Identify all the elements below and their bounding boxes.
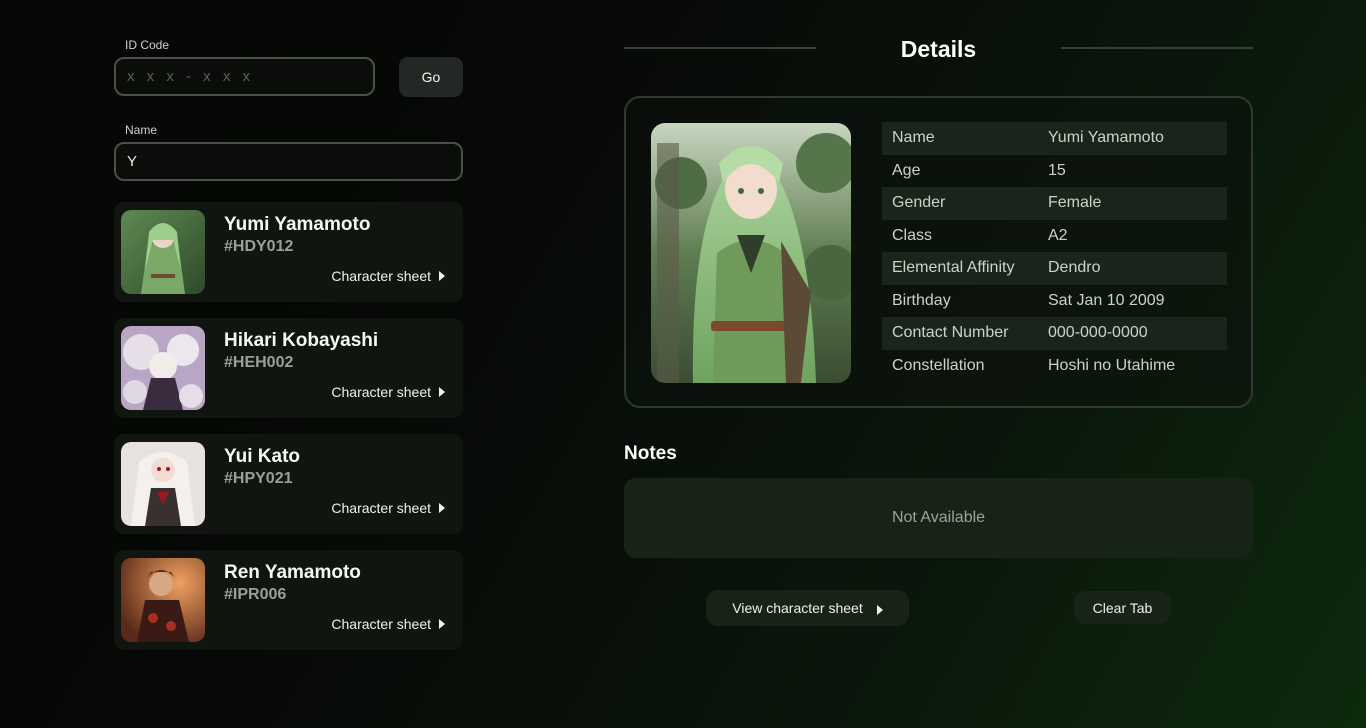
character-sheet-link[interactable]: Character sheet <box>331 384 445 400</box>
result-card[interactable]: Yumi Yamamoto #HDY012 Character sheet <box>114 202 463 302</box>
details-row: Contact Number 000-000-0000 <box>882 317 1227 350</box>
details-row: Constellation Hoshi no Utahime <box>882 350 1227 383</box>
name-input[interactable] <box>114 142 463 181</box>
view-character-sheet-label: View character sheet <box>732 600 863 616</box>
result-card[interactable]: Yui Kato #HPY021 Character sheet <box>114 434 463 534</box>
view-character-sheet-button[interactable]: View character sheet <box>706 590 909 626</box>
field-key: Birthday <box>892 291 951 309</box>
character-avatar <box>121 210 205 294</box>
title-divider-left <box>624 47 816 49</box>
name-label: Name <box>125 123 158 137</box>
field-value: 15 <box>1048 161 1066 179</box>
character-sheet-label: Character sheet <box>331 384 431 400</box>
field-value: A2 <box>1048 226 1068 244</box>
field-value: Hoshi no Utahime <box>1048 356 1176 374</box>
field-value: Sat Jan 10 2009 <box>1048 291 1165 309</box>
field-key: Age <box>892 161 921 179</box>
character-sheet-link[interactable]: Character sheet <box>331 268 445 284</box>
character-sheet-label: Character sheet <box>331 616 431 632</box>
field-key: Elemental Affinity <box>892 259 1015 277</box>
play-arrow-icon <box>439 503 445 513</box>
play-arrow-icon <box>439 619 445 629</box>
play-arrow-icon <box>876 604 883 615</box>
character-sheet-link[interactable]: Character sheet <box>331 616 445 632</box>
field-key: Constellation <box>892 356 985 374</box>
field-value: 000-000-0000 <box>1048 324 1148 342</box>
character-name: Yui Kato <box>224 446 301 467</box>
result-card[interactable]: Hikari Kobayashi #HEH002 Character sheet <box>114 318 463 418</box>
field-key: Name <box>892 129 935 147</box>
details-table: Name Yumi Yamamoto Age 15 Gender Female … <box>882 122 1227 382</box>
details-row: Gender Female <box>882 187 1227 220</box>
details-row: Class A2 <box>882 220 1227 253</box>
field-value: Female <box>1048 194 1102 212</box>
play-arrow-icon <box>439 271 445 281</box>
character-code: #HDY012 <box>224 238 294 255</box>
clear-tab-button[interactable]: Clear Tab <box>1074 591 1171 624</box>
id-code-label: ID Code <box>125 38 170 52</box>
field-key: Class <box>892 226 933 244</box>
character-sheet-label: Character sheet <box>331 500 431 516</box>
character-code: #HPY021 <box>224 470 293 487</box>
character-sheet-label: Character sheet <box>331 268 431 284</box>
field-value: Dendro <box>1048 259 1101 277</box>
character-portrait <box>651 123 851 383</box>
character-avatar <box>121 558 205 642</box>
play-arrow-icon <box>439 387 445 397</box>
character-code: #HEH002 <box>224 354 294 371</box>
character-avatar <box>121 442 205 526</box>
result-card[interactable]: Ren Yamamoto #IPR006 Character sheet <box>114 550 463 650</box>
notes-title: Notes <box>624 443 677 464</box>
field-value: Yumi Yamamoto <box>1048 129 1164 147</box>
title-divider-right <box>1061 47 1253 49</box>
character-sheet-link[interactable]: Character sheet <box>331 500 445 516</box>
notes-content: Not Available <box>891 509 986 526</box>
details-panel: Name Yumi Yamamoto Age 15 Gender Female … <box>624 96 1253 408</box>
character-avatar <box>121 326 205 410</box>
go-button[interactable]: Go <box>399 57 463 97</box>
details-row: Age 15 <box>882 155 1227 188</box>
details-row: Elemental Affinity Dendro <box>882 252 1227 285</box>
details-row: Birthday Sat Jan 10 2009 <box>882 285 1227 318</box>
notes-box: Not Available <box>624 478 1253 558</box>
details-title: Details <box>900 36 977 62</box>
field-key: Contact Number <box>892 324 1009 342</box>
character-code: #IPR006 <box>224 586 287 603</box>
field-key: Gender <box>892 194 946 212</box>
character-name: Yumi Yamamoto <box>224 214 371 235</box>
id-code-input[interactable] <box>114 57 375 96</box>
character-name: Ren Yamamoto <box>224 562 361 583</box>
character-name: Hikari Kobayashi <box>224 330 379 351</box>
details-row: Name Yumi Yamamoto <box>882 122 1227 155</box>
